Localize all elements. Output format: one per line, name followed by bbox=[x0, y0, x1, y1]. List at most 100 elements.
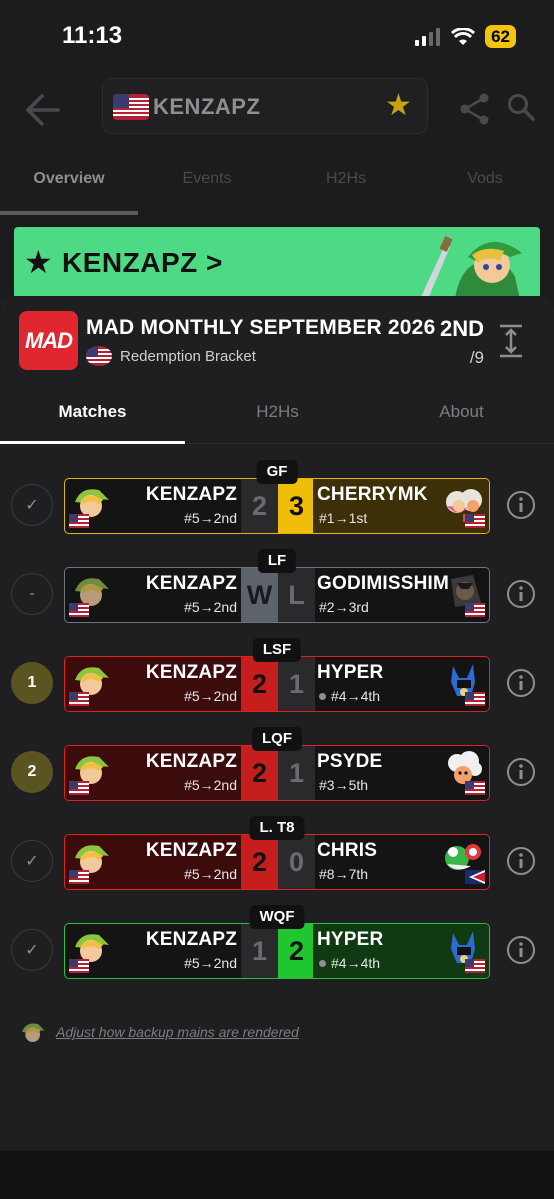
status-check-icon: ✓ bbox=[11, 929, 53, 971]
match-row: LSF 1 KENZAPZ #5→2nd 2 1 HYPER #4→4th bbox=[0, 638, 554, 712]
player2-name: CHRIS bbox=[317, 840, 378, 861]
tab-events[interactable]: Events bbox=[138, 160, 276, 198]
expand-icon[interactable] bbox=[498, 324, 524, 358]
player2-name: PSYDE bbox=[317, 751, 383, 772]
player2: HYPER #4→4th bbox=[313, 924, 489, 978]
order-badge: 2 bbox=[11, 751, 53, 793]
player2: GODIMISSHIM #2→3rd bbox=[313, 568, 489, 622]
search-player-name: KENZAPZ bbox=[153, 94, 261, 119]
status-icons: 62 bbox=[415, 25, 516, 48]
match-card[interactable]: KENZAPZ #5→2nd W L GODIMISSHIM #2→3rd bbox=[64, 567, 490, 623]
share-icon[interactable] bbox=[458, 92, 492, 126]
round-label: LQF bbox=[252, 727, 302, 751]
match-card[interactable]: KENZAPZ #5→2nd 2 3 CHERRYMK #1→1st bbox=[64, 478, 490, 534]
player1-seed: #5→2nd bbox=[184, 510, 237, 526]
yoshi-character-icon bbox=[443, 840, 485, 884]
player1-name: KENZAPZ bbox=[145, 573, 237, 594]
search-icon[interactable] bbox=[506, 92, 536, 122]
status-bar: 11:13 62 bbox=[0, 0, 554, 70]
player2-score: 2 bbox=[278, 924, 315, 978]
us-flag-icon bbox=[69, 692, 89, 706]
player-banner[interactable]: ★ KENZAPZ > bbox=[14, 227, 540, 299]
round-label: LSF bbox=[252, 638, 302, 662]
favorite-star-icon[interactable]: ★ bbox=[385, 91, 417, 123]
player2-name: CHERRYMK bbox=[317, 484, 428, 505]
player1-score: 1 bbox=[241, 924, 278, 978]
match-card[interactable]: KENZAPZ #5→2nd 1 2 HYPER #4→4th bbox=[64, 923, 490, 979]
signal-icon bbox=[415, 27, 441, 46]
link-character-icon bbox=[69, 484, 111, 528]
round-label: LF bbox=[257, 549, 297, 573]
player2-score: 1 bbox=[278, 657, 315, 711]
us-flag-icon bbox=[69, 959, 89, 973]
placing: 2ND /9 bbox=[440, 316, 484, 368]
star-icon: ★ bbox=[24, 244, 53, 280]
match-row: WQF ✓ KENZAPZ #5→2nd 1 2 HYPER #4→4th bbox=[0, 905, 554, 979]
player1-score: 2 bbox=[241, 746, 278, 800]
status-time: 11:13 bbox=[62, 22, 123, 49]
player1-seed: #5→2nd bbox=[184, 777, 237, 793]
player2-name: GODIMISSHIM bbox=[317, 573, 450, 594]
backup-mains-note: Adjust how backup mains are rendered bbox=[18, 1020, 299, 1044]
player2-score: 1 bbox=[278, 746, 315, 800]
tab-about[interactable]: About bbox=[369, 392, 554, 432]
status-dot bbox=[319, 692, 326, 700]
lucario-character-icon bbox=[443, 929, 485, 973]
info-icon[interactable] bbox=[506, 846, 536, 876]
top-tabs: Overview Events H2Hs Vods bbox=[0, 160, 554, 218]
player2-seed: #2→3rd bbox=[319, 599, 369, 615]
event-title: MAD MONTHLY SEPTEMBER 2026 bbox=[86, 316, 436, 339]
event-subtitle: Redemption Bracket bbox=[86, 346, 256, 366]
placing-total: /9 bbox=[469, 348, 484, 367]
player1-score: 2 bbox=[241, 657, 278, 711]
status-check-icon: ✓ bbox=[11, 484, 53, 526]
match-row: GF ✓ KENZAPZ #5→2nd 2 3 CHERRYMK #1→1st bbox=[0, 460, 554, 534]
player2-seed: #8→7th bbox=[319, 866, 369, 882]
event-logo: MAD bbox=[19, 311, 78, 370]
player2-seed: #4→4th bbox=[319, 688, 380, 704]
player2: CHRIS #8→7th bbox=[313, 835, 489, 889]
tab-vods[interactable]: Vods bbox=[416, 160, 554, 198]
tab-h2hs[interactable]: H2Hs bbox=[277, 160, 415, 198]
player1-name: KENZAPZ bbox=[145, 662, 237, 683]
ganondorf-character-icon bbox=[443, 573, 485, 617]
player-search-pill[interactable]: KENZAPZ ★ bbox=[102, 78, 428, 134]
info-icon[interactable] bbox=[506, 668, 536, 698]
player1: KENZAPZ #5→2nd bbox=[65, 657, 241, 711]
player1: KENZAPZ #5→2nd bbox=[65, 746, 241, 800]
info-icon[interactable] bbox=[506, 757, 536, 787]
round-label: L. T8 bbox=[249, 816, 305, 840]
tab-matches[interactable]: Matches bbox=[0, 392, 185, 432]
match-row: LF - KENZAPZ #5→2nd W L GODIMISSHIM #2→3… bbox=[0, 549, 554, 623]
player1: KENZAPZ #5→2nd bbox=[65, 568, 241, 622]
placing-rank: 2ND bbox=[439, 316, 484, 341]
info-icon[interactable] bbox=[506, 490, 536, 520]
tab-overview[interactable]: Overview bbox=[0, 160, 138, 198]
us-flag-icon bbox=[86, 346, 112, 366]
player2-seed: #3→5th bbox=[319, 777, 369, 793]
tab-indicator bbox=[0, 441, 185, 444]
us-flag-icon bbox=[69, 514, 89, 528]
player2-score: 0 bbox=[278, 835, 315, 889]
us-flag-icon bbox=[465, 514, 485, 528]
round-label: WQF bbox=[249, 905, 305, 929]
status-pending-icon: - bbox=[11, 573, 53, 615]
match-card[interactable]: KENZAPZ #5→2nd 2 1 PSYDE #3→5th bbox=[64, 745, 490, 801]
player2: CHERRYMK #1→1st bbox=[313, 479, 489, 533]
adjust-backup-mains-link[interactable]: Adjust how backup mains are rendered bbox=[56, 1024, 299, 1040]
info-icon[interactable] bbox=[506, 935, 536, 965]
as-flag-icon bbox=[465, 870, 485, 884]
match-card[interactable]: KENZAPZ #5→2nd 2 0 CHRIS #8→7th bbox=[64, 834, 490, 890]
order-badge: 1 bbox=[11, 662, 53, 704]
back-arrow-icon[interactable] bbox=[22, 92, 62, 128]
player1-name: KENZAPZ bbox=[145, 840, 237, 861]
match-card[interactable]: KENZAPZ #5→2nd 2 1 HYPER #4→4th bbox=[64, 656, 490, 712]
player1: KENZAPZ #5→2nd bbox=[65, 479, 241, 533]
wifi-icon bbox=[451, 27, 476, 45]
banner-player-name: KENZAPZ > bbox=[62, 247, 223, 278]
info-icon[interactable] bbox=[506, 579, 536, 609]
link-character-icon bbox=[22, 1023, 45, 1042]
round-label: GF bbox=[256, 460, 298, 484]
match-row: L. T8 ✓ KENZAPZ #5→2nd 2 0 CHRIS #8→7th bbox=[0, 816, 554, 890]
tab-h2hs[interactable]: H2Hs bbox=[185, 392, 370, 432]
